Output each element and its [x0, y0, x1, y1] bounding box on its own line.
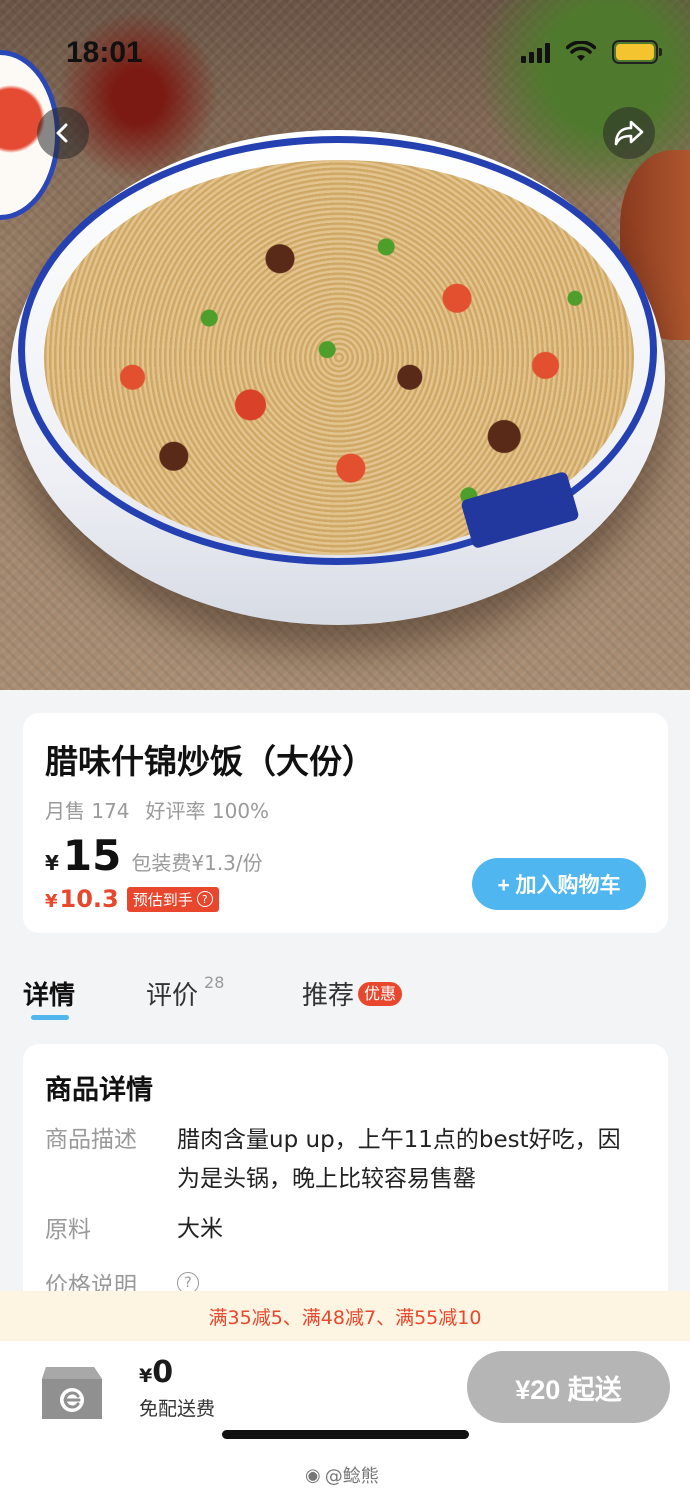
- battery-icon: [612, 40, 662, 64]
- material-value: 大米: [177, 1216, 223, 1242]
- material-label: 原料: [45, 1217, 91, 1243]
- active-tab-indicator: [31, 1015, 69, 1020]
- cart-total: ¥ 0: [139, 1355, 173, 1390]
- price: 15: [62, 831, 122, 880]
- shopping-cart-icon[interactable]: [32, 1349, 112, 1429]
- delivery-fee: 免配送费: [139, 1398, 216, 1420]
- cart-total-value: 0: [152, 1355, 174, 1390]
- signal-icon: [521, 41, 550, 63]
- watermark-text: @鲶熊: [324, 1466, 379, 1487]
- packaging-fee: 包装费¥1.3/份: [131, 851, 263, 875]
- product-image[interactable]: [0, 0, 690, 690]
- home-indicator[interactable]: [222, 1430, 469, 1439]
- reviews-count: 28: [204, 973, 225, 992]
- min-order-button[interactable]: ¥20 起送: [467, 1351, 670, 1423]
- cart-currency: ¥: [139, 1365, 153, 1387]
- estimated-price-row: ¥10.3 预估到手?: [45, 885, 219, 913]
- estimated-currency: ¥: [45, 891, 58, 912]
- material-row: 原料 大米: [45, 1210, 627, 1249]
- back-button[interactable]: [37, 107, 89, 159]
- description-row: 商品描述 腊肉含量up up，上午11点的best好吃，因为是头锅，晚上比较容易…: [45, 1121, 627, 1199]
- tab-details[interactable]: 详情: [23, 975, 75, 1012]
- rating: 好评率 100%: [145, 799, 270, 823]
- monthly-sales: 月售 174: [45, 799, 130, 823]
- weibo-icon: ◉: [305, 1464, 321, 1486]
- description-label: 商品描述: [45, 1127, 137, 1153]
- add-to-cart-button[interactable]: + 加入购物车: [472, 858, 646, 910]
- price-currency: ¥: [45, 851, 59, 875]
- watermark: ◉ @鲶熊: [305, 1462, 379, 1488]
- details-title: 商品详情: [45, 1075, 153, 1106]
- price-row: ¥ 15 包装费¥1.3/份: [45, 831, 263, 880]
- tab-reviews-label: 评价: [146, 981, 199, 1011]
- estimated-price: ¥10.3: [45, 885, 119, 913]
- fried-rice-bowl: [10, 130, 665, 625]
- chevron-left-icon: [56, 123, 68, 143]
- product-name: 腊味什锦炒饭（大份）: [45, 742, 375, 781]
- share-icon: [614, 120, 644, 146]
- tab-recommend[interactable]: 推荐 优惠: [302, 975, 403, 1012]
- promo-bar[interactable]: 满35减5、满48减7、满55减10: [0, 1291, 690, 1341]
- description-value: 腊肉含量up up，上午11点的best好吃，因为是头锅，晚上比较容易售罄: [177, 1127, 621, 1192]
- question-icon: ?: [196, 891, 213, 907]
- tab-details-label: 详情: [23, 981, 76, 1011]
- share-button[interactable]: [603, 107, 655, 159]
- estimated-tag-label: 预估到手: [132, 890, 193, 909]
- wifi-icon: [566, 41, 596, 61]
- status-time: 18:01: [66, 36, 143, 69]
- status-icons: [521, 40, 662, 64]
- tab-reviews[interactable]: 评价 28: [146, 973, 225, 1012]
- product-stats: 月售 174 好评率 100%: [45, 795, 269, 824]
- discount-badge: 优惠: [358, 981, 403, 1006]
- estimated-value: 10.3: [59, 885, 119, 913]
- tab-recommend-label: 推荐: [302, 981, 355, 1011]
- product-info-card: 腊味什锦炒饭（大份） 月售 174 好评率 100% ¥ 15 包装费¥1.3/…: [23, 713, 668, 933]
- estimated-tag[interactable]: 预估到手?: [126, 886, 219, 912]
